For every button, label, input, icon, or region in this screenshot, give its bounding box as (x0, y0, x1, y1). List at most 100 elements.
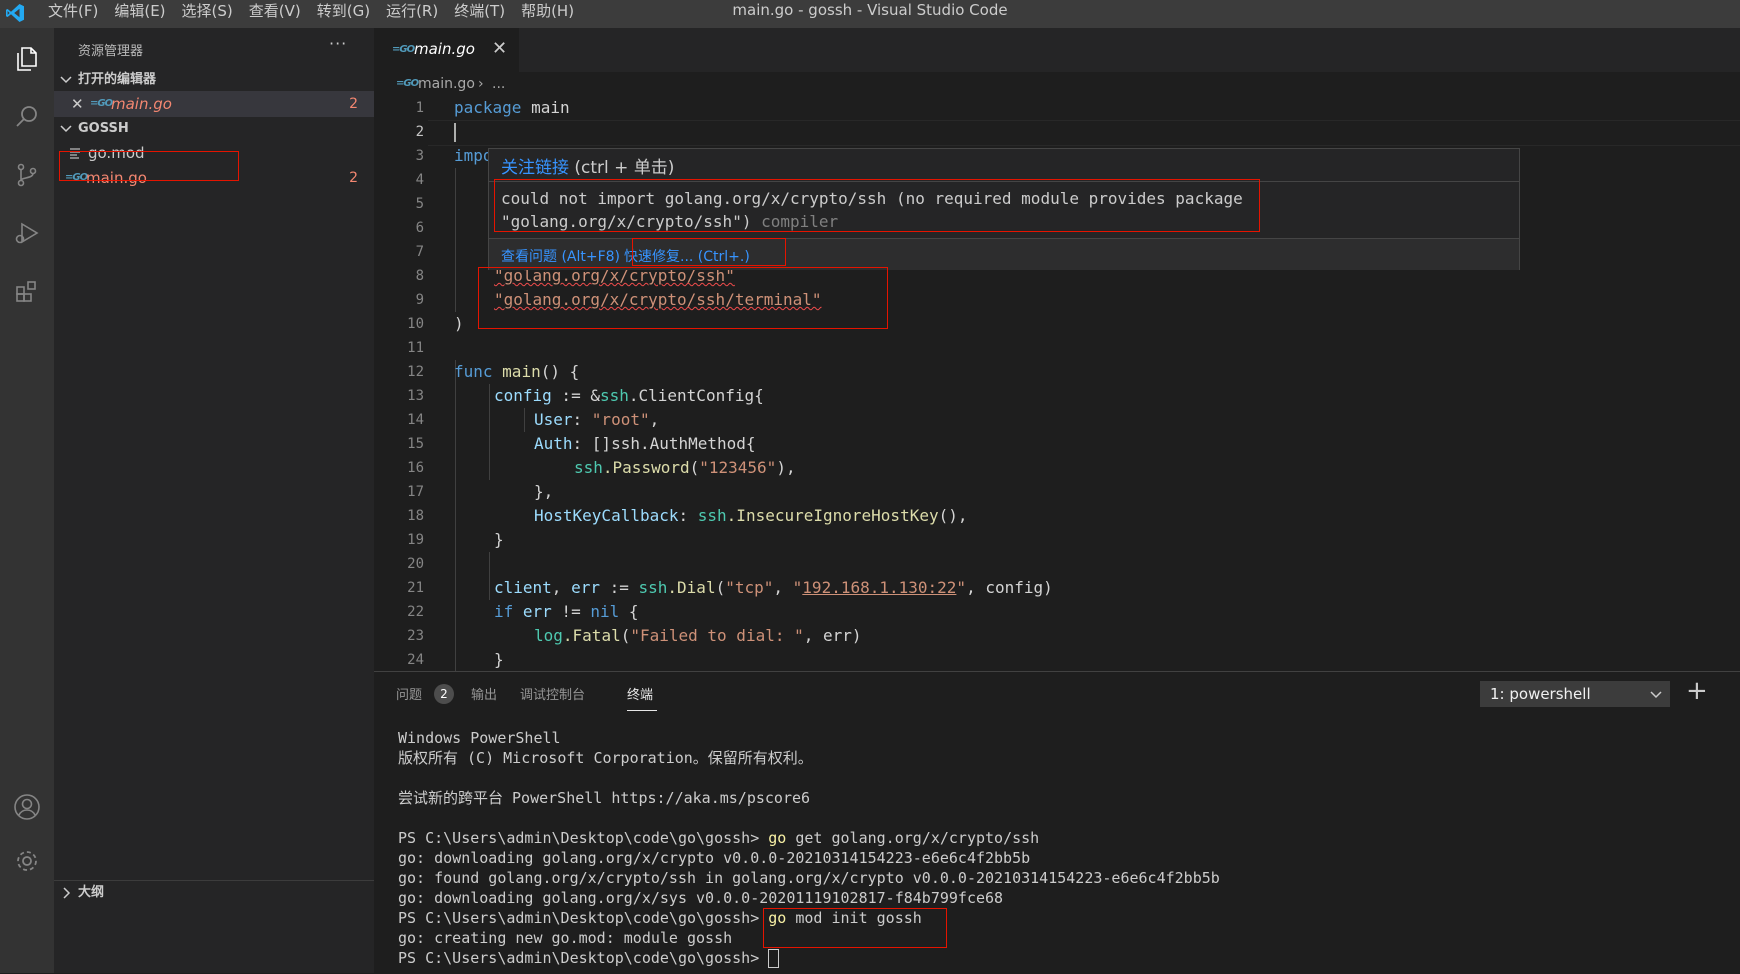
active-tab-underline (627, 710, 657, 711)
line-number: 13 (407, 388, 424, 404)
line-number: 3 (415, 148, 424, 164)
close-tab-icon[interactable]: ✕ (492, 38, 507, 59)
code-line: User: "root", (534, 410, 660, 429)
workspace-label: GOSSH (78, 121, 129, 136)
line-number: 23 (407, 628, 424, 644)
search-icon[interactable] (4, 94, 50, 140)
title-bar: 文件(F) 编辑(E) 选择(S) 查看(V) 转到(G) 运行(R) 终端(T… (0, 0, 1740, 28)
code-line: ) (454, 314, 464, 333)
line-number: 9 (415, 292, 424, 308)
editor-tabs: =GO main.go ✕ (374, 28, 1740, 72)
line-number: 4 (415, 172, 424, 188)
tab-problems[interactable]: 问题 (396, 684, 422, 703)
text-cursor (454, 123, 456, 142)
line-number: 1 (415, 100, 424, 116)
explorer-sidebar: 资源管理器 ··· 打开的编辑器 ✕ =GO main.go 2 GOSSH g… (54, 28, 374, 973)
breadcrumb-file[interactable]: main.go (418, 72, 475, 96)
terminal-cursor (768, 949, 780, 968)
line-number: 14 (407, 412, 424, 428)
code-line: config := &ssh.ClientConfig{ (494, 386, 764, 405)
line-number: 7 (415, 244, 424, 260)
error-hover-widget: 关注链接 (ctrl + 单击) could not import golang… (488, 148, 1520, 270)
chevron-right-icon (63, 887, 71, 899)
line-number: 15 (407, 436, 424, 452)
extensions-icon[interactable] (4, 268, 50, 314)
line-number: 10 (407, 316, 424, 332)
account-icon[interactable] (4, 784, 50, 830)
current-line-highlight (428, 120, 1740, 146)
code-line: client, err := ssh.Dial("tcp", "192.168.… (494, 578, 1053, 597)
open-editor-item-main-go[interactable]: ✕ =GO main.go 2 (54, 91, 374, 117)
window-title: main.go - gossh - Visual Studio Code (732, 1, 1008, 19)
new-terminal-button[interactable]: + (1686, 676, 1708, 706)
problems-count: 2 (349, 170, 358, 186)
code-line: } (494, 650, 504, 669)
go-file-icon: =GO (396, 78, 419, 89)
terminal-output[interactable]: Windows PowerShell 版权所有 (C) Microsoft Co… (398, 728, 1220, 968)
outline-section[interactable]: 大纲 (54, 880, 374, 905)
line-number: 6 (415, 220, 424, 236)
hover-follow-link: 关注链接 (ctrl + 单击) (501, 153, 674, 178)
breadcrumb-rest[interactable]: ... (492, 72, 505, 96)
terminal-select[interactable]: 1: powershell (1480, 681, 1670, 707)
line-number: 16 (407, 460, 424, 476)
follow-link-hint: (ctrl + 单击) (569, 158, 675, 178)
code-line-import-error: "golang.org/x/crypto/ssh/terminal" (494, 290, 822, 309)
line-number: 19 (407, 532, 424, 548)
go-file-icon: =GO (65, 172, 88, 183)
line-number: 12 (407, 364, 424, 380)
go-file-icon: =GO (90, 98, 113, 109)
breadcrumb: =GO main.go › ... (374, 72, 1740, 96)
tab-debug-console[interactable]: 调试控制台 (520, 684, 585, 703)
tab-main-go[interactable]: =GO main.go ✕ (374, 28, 519, 72)
code-line: package main (454, 98, 570, 117)
file-name: go.mod (88, 144, 145, 162)
sidebar-title: 资源管理器 (78, 44, 144, 59)
code-line: ssh.Password("123456"), (574, 458, 796, 477)
code-line: impo (454, 146, 493, 165)
terminal-select-value: 1: powershell (1490, 685, 1591, 703)
settings-gear-icon[interactable] (4, 838, 50, 884)
chevron-down-icon (60, 76, 72, 84)
line-number: 8 (415, 268, 424, 284)
close-editor-icon[interactable]: ✕ (71, 91, 84, 117)
go-file-icon: =GO (392, 44, 415, 55)
line-number: 5 (415, 196, 424, 212)
code-line: Auth: []ssh.AuthMethod{ (534, 434, 756, 453)
file-go-mod[interactable]: go.mod (54, 140, 374, 166)
code-line: func main() { (454, 362, 580, 381)
source-control-icon[interactable] (4, 152, 50, 198)
code-line: }, (534, 482, 554, 501)
error-message: could not import golang.org/x/crypto/ssh… (501, 189, 1243, 231)
file-name: main.go (86, 169, 147, 187)
file-main-go[interactable]: =GO main.go 2 (54, 165, 374, 191)
problems-count: 2 (349, 96, 358, 112)
line-number: 22 (407, 604, 424, 620)
code-line: } (494, 530, 504, 549)
tab-output[interactable]: 输出 (471, 684, 497, 703)
open-editors-section[interactable]: 打开的编辑器 (54, 68, 374, 92)
code-line: if err != nil { (494, 602, 639, 621)
bottom-panel: 问题 2 输出 调试控制台 终端 1: powershell + Windows… (374, 671, 1740, 974)
more-actions-icon[interactable]: ··· (329, 34, 347, 53)
explorer-icon[interactable] (4, 36, 50, 82)
file-lines-icon (70, 148, 80, 159)
error-source: compiler (751, 212, 839, 231)
line-number: 17 (407, 484, 424, 500)
line-number: 21 (407, 580, 424, 596)
tab-label: main.go (414, 40, 475, 58)
tab-terminal[interactable]: 终端 (627, 684, 653, 703)
quick-fix-link[interactable]: 快速修复... (Ctrl+.) (624, 246, 750, 266)
code-line: log.Fatal("Failed to dial: ", err) (534, 626, 862, 645)
line-number: 11 (407, 340, 424, 356)
workspace-section-gossh[interactable]: GOSSH (54, 117, 374, 141)
follow-link[interactable]: 关注链接 (501, 158, 569, 178)
view-problem-link[interactable]: 查看问题 (Alt+F8) (501, 246, 620, 266)
code-line: HostKeyCallback: ssh.InsecureIgnoreHostK… (534, 506, 968, 525)
run-debug-icon[interactable] (4, 210, 50, 256)
line-number: 24 (407, 652, 424, 668)
line-number: 18 (407, 508, 424, 524)
chevron-down-icon (1650, 691, 1662, 699)
line-number: 2 (415, 124, 424, 140)
problems-badge: 2 (434, 684, 454, 704)
